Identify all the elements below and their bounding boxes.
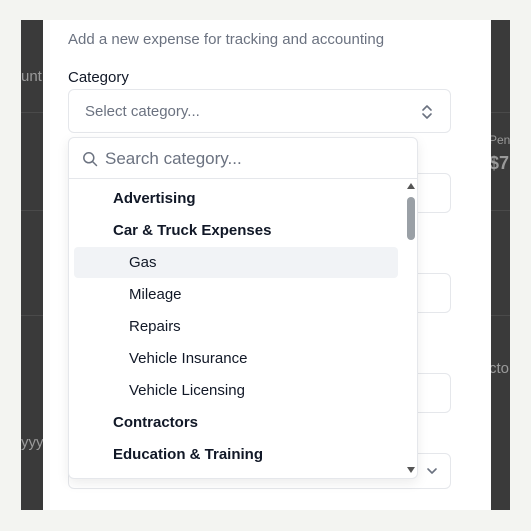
background-divider <box>21 210 43 211</box>
background-text-fragment: yyy <box>21 434 44 451</box>
background-text-fragment: Pen <box>489 133 510 147</box>
category-option-vehicle-licensing[interactable]: Vehicle Licensing <box>74 375 398 406</box>
category-label: Category <box>68 69 129 86</box>
category-option-vehicle-insurance[interactable]: Vehicle Insurance <box>74 343 398 374</box>
category-select[interactable]: Select category... <box>68 89 451 133</box>
search-icon <box>83 152 98 167</box>
background-text-fragment: unt <box>21 68 42 85</box>
category-group-car-truck-expenses[interactable]: Car & Truck Expenses <box>74 215 398 246</box>
category-group-contractors[interactable]: Contractors <box>74 407 398 438</box>
scroll-up-arrow-icon[interactable] <box>406 182 416 190</box>
category-search-input[interactable] <box>105 146 395 172</box>
category-option-repairs[interactable]: Repairs <box>74 311 398 342</box>
background-text-fragment: cto <box>489 360 510 377</box>
chevrons-up-down-icon <box>422 105 432 119</box>
category-options-list: Advertising Car & Truck Expenses Gas Mil… <box>69 180 404 478</box>
background-divider <box>491 112 510 113</box>
background-divider <box>491 315 510 316</box>
scroll-down-arrow-icon[interactable] <box>406 466 416 474</box>
background-divider <box>21 112 43 113</box>
background-divider <box>491 210 510 211</box>
category-search-row <box>69 138 417 179</box>
chevron-down-icon <box>427 468 437 474</box>
dialog-subtitle: Add a new expense for tracking and accou… <box>68 31 385 48</box>
category-dropdown: Advertising Car & Truck Expenses Gas Mil… <box>68 137 418 479</box>
dropdown-scrollbar[interactable] <box>404 180 417 478</box>
category-option-mileage[interactable]: Mileage <box>74 279 398 310</box>
category-select-value: Select category... <box>85 102 200 120</box>
category-group-advertising[interactable]: Advertising <box>74 183 398 214</box>
background-text-fragment: $7 <box>489 153 510 173</box>
background-divider <box>21 315 43 316</box>
category-group-education-training[interactable]: Education & Training <box>74 439 398 470</box>
scrollbar-thumb[interactable] <box>407 197 415 240</box>
category-option-gas[interactable]: Gas <box>74 247 398 278</box>
